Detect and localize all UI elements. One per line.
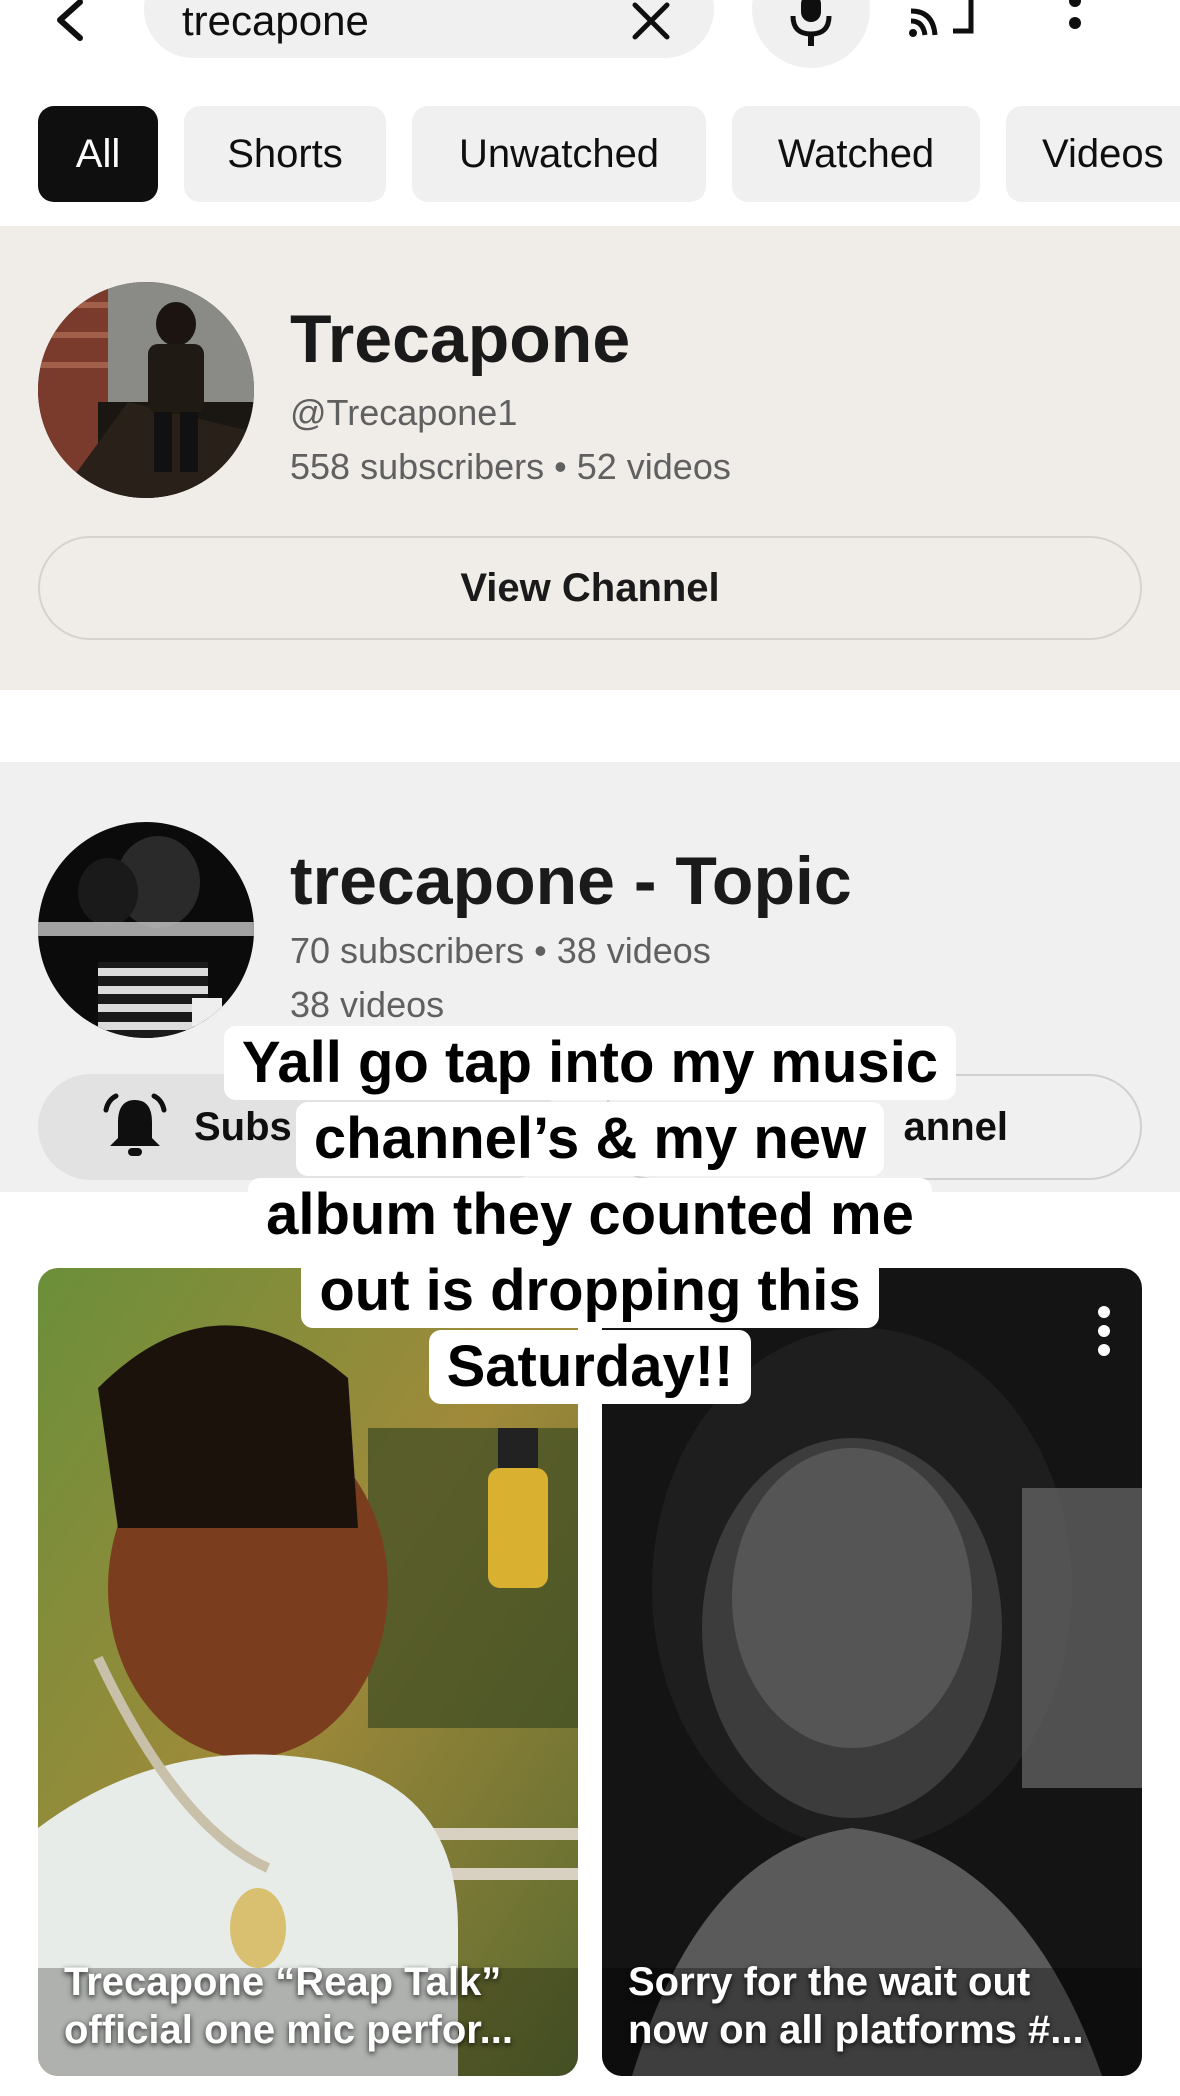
- filter-chips: All Shorts Unwatched Watched Videos: [0, 106, 1180, 202]
- channel-stats: 70 subscribers • 38 videos: [290, 930, 711, 971]
- search-input[interactable]: trecapone: [182, 0, 369, 42]
- top-bar: trecapone: [0, 0, 1180, 90]
- caption-line: album they counted me: [248, 1178, 932, 1252]
- chip-all[interactable]: All: [38, 106, 158, 202]
- caption-line: channel’s & my new: [295, 1102, 885, 1176]
- channel-avatar[interactable]: [38, 822, 254, 1038]
- channel-card-trecapone[interactable]: Trecapone @Trecapone1 558 subscribers • …: [0, 226, 1180, 690]
- chip-watched[interactable]: Watched: [732, 106, 980, 202]
- more-options-icon[interactable]: [1052, 0, 1098, 46]
- overlay-caption: Yall go tap into my music channel’s & my…: [0, 1026, 1180, 1414]
- view-channel-button[interactable]: View Channel: [38, 536, 1142, 640]
- channel-stats: 558 subscribers • 52 videos: [290, 446, 731, 487]
- clear-search-icon[interactable]: [626, 0, 676, 46]
- chip-videos[interactable]: Videos: [1006, 106, 1180, 202]
- microphone-icon[interactable]: [752, 0, 870, 68]
- channel-title: trecapone - Topic: [290, 843, 852, 919]
- short-title: Trecapone “Reap Talk” official one mic p…: [64, 1960, 513, 2052]
- chip-unwatched[interactable]: Unwatched: [412, 106, 706, 202]
- short-title: Sorry for the wait out now on all platfo…: [628, 1960, 1084, 2052]
- caption-line: out is dropping this: [301, 1254, 879, 1328]
- cast-icon[interactable]: [906, 0, 978, 46]
- back-arrow-icon[interactable]: [40, 0, 100, 50]
- caption-line: Saturday!!: [428, 1330, 752, 1404]
- channel-handle: @Trecapone1: [290, 392, 518, 433]
- chip-shorts[interactable]: Shorts: [184, 106, 386, 202]
- caption-line: Yall go tap into my music: [223, 1026, 957, 1100]
- search-box[interactable]: trecapone: [144, 0, 714, 58]
- channel-video-count: 38 videos: [290, 984, 445, 1025]
- channel-title: Trecapone: [290, 301, 631, 377]
- channel-avatar[interactable]: [38, 282, 254, 498]
